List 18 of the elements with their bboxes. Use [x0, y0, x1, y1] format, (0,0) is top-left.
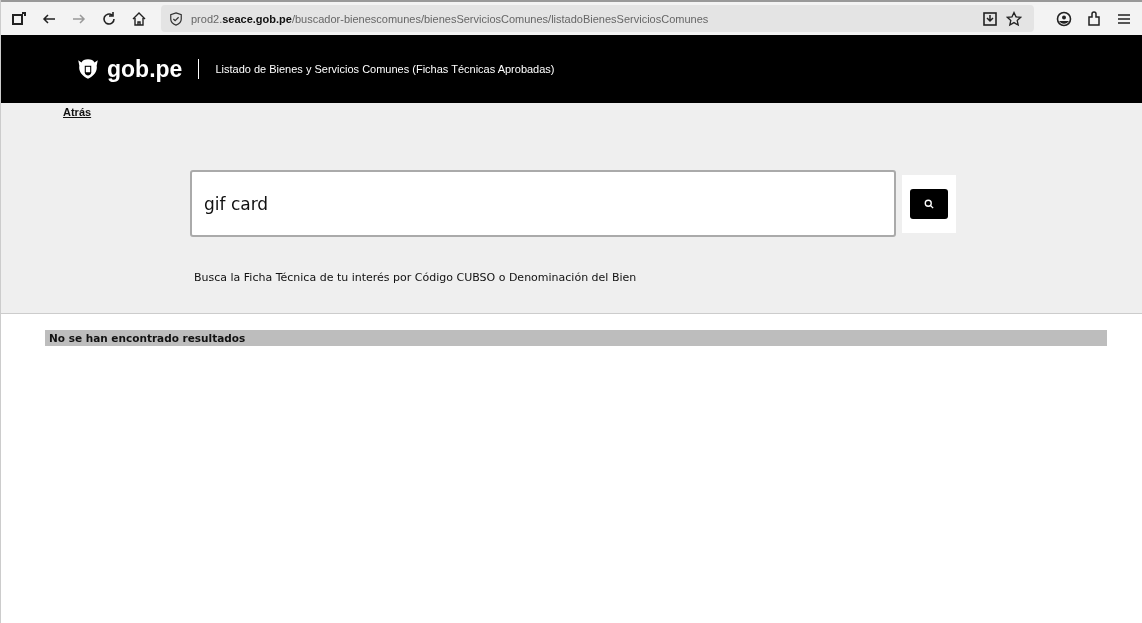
search-hint: Busca la Ficha Técnica de tu interés por Código CUBSO o Denominación del Bien	[194, 271, 638, 284]
search-icon	[923, 197, 935, 210]
results-message: No se han encontrado resultados	[45, 330, 1107, 346]
address-bar[interactable]: prod2.seace.gob.pe/buscador-bienescomunes/bienesServiciosComunes/listadoBienesServiciosComunes	[161, 5, 1034, 32]
search-field[interactable]: gif card	[190, 170, 896, 237]
shield-icon	[169, 11, 183, 26]
account-icon[interactable]	[1056, 10, 1072, 27]
reader-icon[interactable]	[982, 10, 998, 27]
tab-icon[interactable]	[11, 10, 27, 27]
star-icon[interactable]	[1006, 10, 1022, 27]
page-title: Listado de Bienes y Servicios Comunes (Fichas Técnicas Aprobadas)	[215, 63, 555, 75]
site-logo[interactable]: gob.pe	[107, 55, 183, 83]
extensions-icon[interactable]	[1086, 10, 1102, 27]
home-icon[interactable]	[131, 10, 147, 27]
url-text: prod2.seace.gob.pe/buscador-bienescomunes/bienesServiciosComunes/listadoBienesServiciosComunes	[191, 12, 709, 25]
back-link[interactable]: Atrás	[63, 106, 92, 118]
search-button[interactable]	[910, 188, 948, 219]
reload-icon[interactable]	[101, 10, 117, 27]
